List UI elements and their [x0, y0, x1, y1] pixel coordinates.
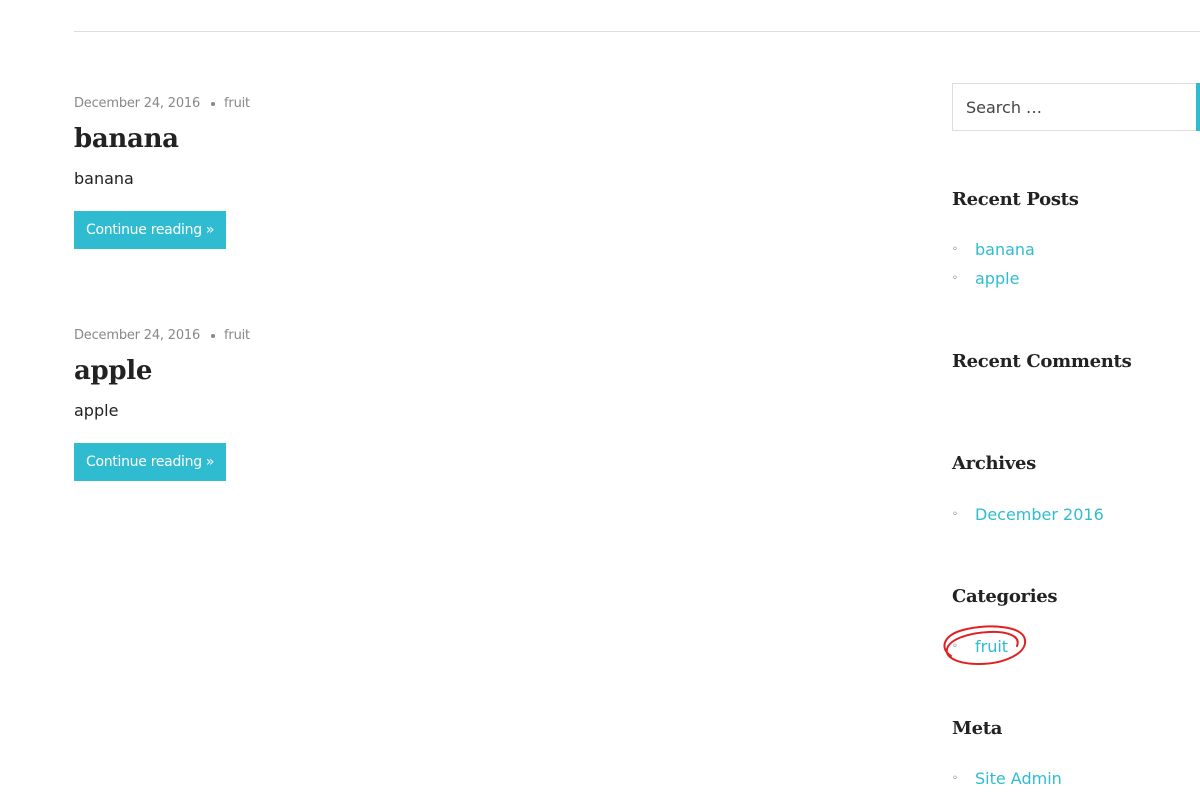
bullet-icon: ◦ — [952, 773, 958, 784]
categories-title: Categories — [952, 586, 1058, 607]
categories-list: ◦ fruit — [943, 625, 1027, 666]
header-divider — [74, 31, 1200, 32]
recent-post-link[interactable]: apple — [975, 269, 1019, 288]
continue-reading-button[interactable]: Continue reading » — [74, 211, 227, 249]
bullet-icon: ◦ — [952, 641, 958, 652]
recent-comments-title: Recent Comments — [952, 351, 1132, 372]
post-banana: December 24, 2016 fruit banana banana Co… — [74, 92, 774, 249]
list-item: ◦ banana — [952, 235, 1035, 264]
list-item: ◦ December 2016 — [952, 500, 1104, 529]
recent-posts-list: ◦ banana ◦ apple — [952, 235, 1035, 293]
archives-title: Archives — [952, 453, 1036, 474]
continue-reading-button[interactable]: Continue reading » — [74, 443, 227, 481]
post-excerpt: apple — [74, 401, 119, 420]
search-input[interactable] — [953, 84, 1200, 130]
archive-link[interactable]: December 2016 — [975, 505, 1104, 524]
site-admin-link[interactable]: Site Admin — [975, 769, 1062, 788]
post-excerpt: banana — [74, 169, 134, 188]
post-category-link[interactable]: fruit — [224, 328, 250, 343]
post-title[interactable]: apple — [74, 354, 774, 388]
bullet-icon: ◦ — [952, 273, 958, 284]
list-item: ◦ Site Admin — [952, 764, 1062, 793]
category-link-fruit[interactable]: fruit — [975, 637, 1008, 656]
bullet-icon: ◦ — [952, 509, 958, 520]
post-category-link[interactable]: fruit — [224, 96, 250, 111]
post-title[interactable]: banana — [74, 122, 774, 156]
list-item: ◦ fruit — [943, 625, 1027, 666]
recent-post-link[interactable]: banana — [975, 240, 1035, 259]
search-submit-button[interactable] — [1196, 83, 1200, 131]
bullet-icon: ◦ — [952, 244, 958, 255]
search-form — [952, 83, 1200, 131]
meta-list: ◦ Site Admin — [952, 764, 1062, 793]
page: December 24, 2016 fruit banana banana Co… — [0, 0, 1200, 800]
post-apple: December 24, 2016 fruit apple apple Cont… — [74, 324, 774, 481]
post-meta: December 24, 2016 fruit — [74, 92, 774, 114]
meta-separator — [211, 102, 216, 106]
post-date-link[interactable]: December 24, 2016 — [74, 96, 200, 111]
recent-posts-title: Recent Posts — [952, 189, 1079, 210]
list-item: ◦ apple — [952, 264, 1035, 293]
meta-separator — [211, 334, 216, 338]
meta-title: Meta — [952, 718, 1003, 739]
post-meta: December 24, 2016 fruit — [74, 324, 774, 346]
archives-list: ◦ December 2016 — [952, 500, 1104, 529]
sidebar: Recent Posts ◦ banana ◦ apple Recent Com… — [943, 83, 1200, 788]
post-date-link[interactable]: December 24, 2016 — [74, 328, 200, 343]
